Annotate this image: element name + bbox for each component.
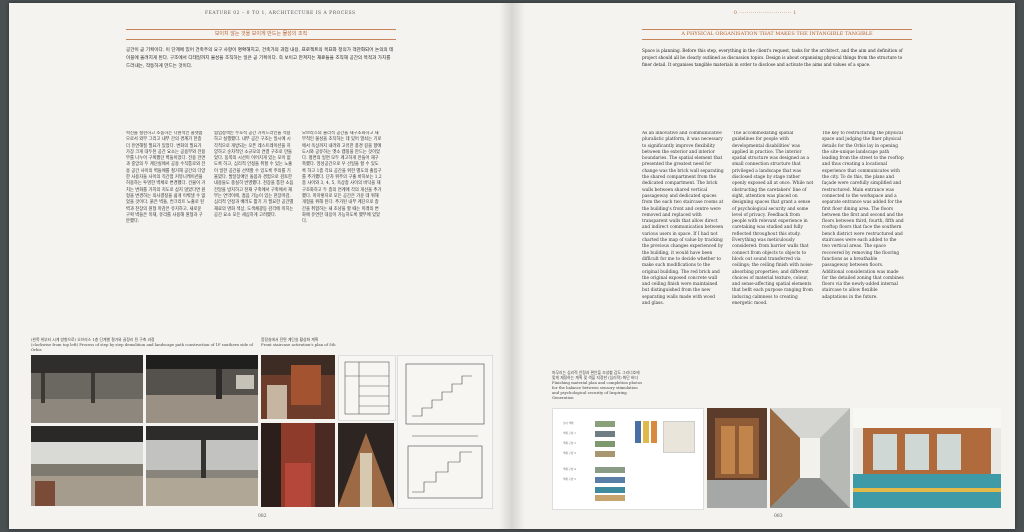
left-caption-1: (왼쪽 위부터 시계 방향으로) 오브라스 1층 단계별 철거와 골정리 된 구… <box>31 337 256 352</box>
palette-row-1: 보이 색채 <box>563 421 625 427</box>
palette-row-label-1: 보이 색채 <box>563 422 574 425</box>
swatch <box>595 467 625 473</box>
magazine-spread: FEATURE 02 – 0 TO 1, ARCHITECTURE IS A P… <box>9 3 1015 529</box>
right-caption-en: Finishing material plan and completion p… <box>552 380 642 400</box>
right-intro: Space is planning. Before this step, eve… <box>642 48 903 68</box>
swatch <box>595 477 625 483</box>
swatch-sand <box>595 495 625 501</box>
photo-demolition-4 <box>146 426 258 506</box>
palette-row-6: 색채 구성 5 <box>563 477 625 483</box>
palette-row-3: 색채 구성 2 <box>563 441 625 447</box>
palette-row-4: 색채 구성 3 <box>563 451 625 457</box>
right-page-number: 083 <box>774 514 783 519</box>
palette-row-2: 색채 구성 1 <box>563 431 625 437</box>
swatch-blue <box>635 421 641 443</box>
swatch-yellow <box>643 421 649 443</box>
drawing-stair-plan <box>338 355 396 421</box>
photo-colorful-room <box>853 408 1001 508</box>
left-col-1: 혁신을 실현하고 소통하는 다원적인 플랫폼으로서 외부 그리고 내부 간의 경… <box>126 131 206 225</box>
photo-demolition-1 <box>31 355 143 423</box>
right-col-1: As an innovative and communicative plura… <box>642 131 724 307</box>
left-caption-2-en: Front staircase activation's plan of 5th <box>261 342 336 347</box>
photo-staircase-brick <box>261 355 335 419</box>
right-caption-ko: 마무리는 심리적 안정과 편안을 조성할 감도 그리너호에 맞게 재정하는 계획… <box>552 370 640 380</box>
photo-demolition-2 <box>146 355 258 423</box>
right-caption: 마무리는 심리적 안정과 편안을 조성할 감도 그리너호에 맞게 재정하는 계획… <box>552 370 642 400</box>
left-col-3: 오브라스의 물리적 공간을 재구조화하고 재부적인 물성을 조직하는 데 있어 … <box>302 131 382 225</box>
spine-shadow <box>499 3 525 529</box>
right-section-title: A PHYSICAL ORGANISATION THAT MAKES THE I… <box>642 29 912 40</box>
palette-row-label-2: 색채 구성 1 <box>563 432 576 435</box>
left-page-number: 082 <box>258 514 267 519</box>
sample-image <box>663 421 695 453</box>
palette-row-label-5: 색채 구성 4 <box>563 468 576 471</box>
right-col-2: 'The accommodating spatial guidelines fo… <box>732 131 814 307</box>
left-col-2: 협업정책인 수호적 공간 가이드라인을 적용하고 실행했다. 내부 공간 구조는… <box>214 131 294 218</box>
right-page: 0 ··························· 1 A PHYSIC… <box>512 3 1015 529</box>
swatch-teal <box>595 487 625 493</box>
swatch-orange <box>651 421 657 443</box>
palette-row-label-4: 색채 구성 3 <box>563 452 576 455</box>
photo-demolition-3 <box>31 426 143 506</box>
palette-row-label-6: 색채 구성 5 <box>563 478 576 481</box>
left-section-title: 보이지 않는 것을 보이게 만드는 물성의 조직 <box>126 29 396 40</box>
left-page: FEATURE 02 – 0 TO 1, ARCHITECTURE IS A P… <box>9 3 512 529</box>
photo-staircase-wood <box>338 423 394 507</box>
swatch <box>595 431 615 437</box>
swatch <box>595 421 615 427</box>
running-head-right: 0 ··························· 1 <box>734 11 797 16</box>
right-col-3: The key to restructuring the physical sp… <box>822 131 904 300</box>
drawing-stair-section <box>397 355 493 509</box>
swatch <box>595 451 615 457</box>
palette-row-5: 색채 구성 4 <box>563 467 625 473</box>
photo-corridor <box>770 408 850 508</box>
running-head-left: FEATURE 02 – 0 TO 1, ARCHITECTURE IS A P… <box>205 11 356 16</box>
left-caption-1-en: (clockwise from top left) Process of ste… <box>31 342 253 352</box>
swatch <box>595 441 615 447</box>
left-caption-2: 증정실에서 전면 계단실 활성화 계획 Front staircase acti… <box>261 337 441 347</box>
photo-wood-room-1 <box>707 408 767 508</box>
photo-staircase-red <box>261 423 335 507</box>
palette-row-label-3: 색채 구성 2 <box>563 442 576 445</box>
material-palette-chart: 보이 색채 색채 구성 1 색채 구성 2 색채 구성 3 색채 구성 4 색채… <box>552 408 704 510</box>
left-intro: 공간이 곧 기획이다. 이 단계에 있어 건축주의 요구 사항이 명확해지고, … <box>126 48 394 69</box>
